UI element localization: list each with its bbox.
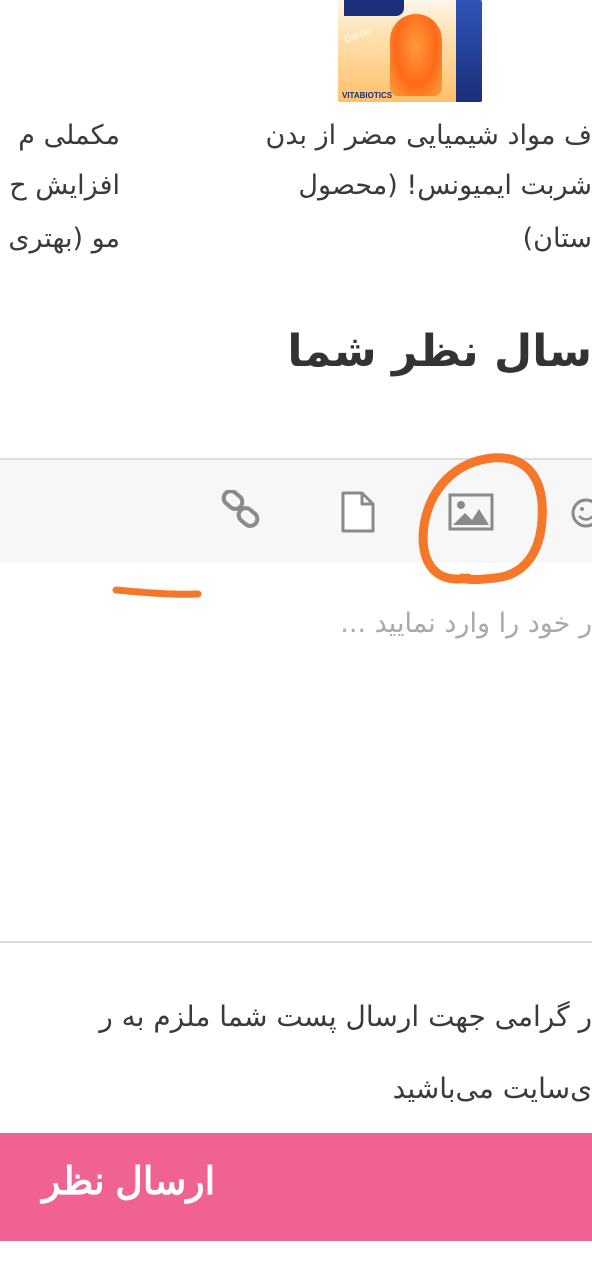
article-2-title-line-3[interactable]: مو (بهتری	[0, 216, 120, 261]
login-notice-line-2: ی‌سایت می‌باشید	[392, 1072, 592, 1105]
article-title-line-3[interactable]: ستان)	[523, 216, 592, 261]
emoji-icon[interactable]	[570, 497, 592, 533]
login-notice-line-1: ر گرامی جهت ارسال پست شما ملزم به ر	[99, 1000, 592, 1033]
editor-toolbar	[0, 458, 592, 565]
product-figure	[390, 14, 442, 96]
product-badge	[344, 0, 404, 16]
product-brand: VITABIOTICS	[342, 91, 393, 100]
article-2-title-line-1[interactable]: مکملی م	[0, 113, 120, 158]
submit-comment-label: ارسال نظر	[42, 1161, 216, 1203]
product-box-side	[456, 0, 482, 102]
comment-section-title: سال نظر شما	[287, 326, 592, 377]
submit-comment-button[interactable]: ارسال نظر	[0, 1133, 592, 1241]
product-image[interactable]: Daroo VITABIOTICS	[338, 0, 482, 102]
comment-placeholder: ر خود را وارد نمایید ...	[340, 608, 592, 639]
article-2-title-line-2[interactable]: افزایش ح	[0, 163, 120, 208]
image-icon[interactable]	[448, 493, 494, 535]
article-title-line-2[interactable]: شربت ایمیونس! (محصول	[298, 163, 592, 208]
link-icon[interactable]	[220, 489, 262, 534]
article-title-line-1[interactable]: ف مواد شیمیایی مضر از بدن	[266, 113, 592, 158]
file-icon[interactable]	[340, 491, 376, 537]
image-watermark: Daroo	[342, 25, 373, 46]
